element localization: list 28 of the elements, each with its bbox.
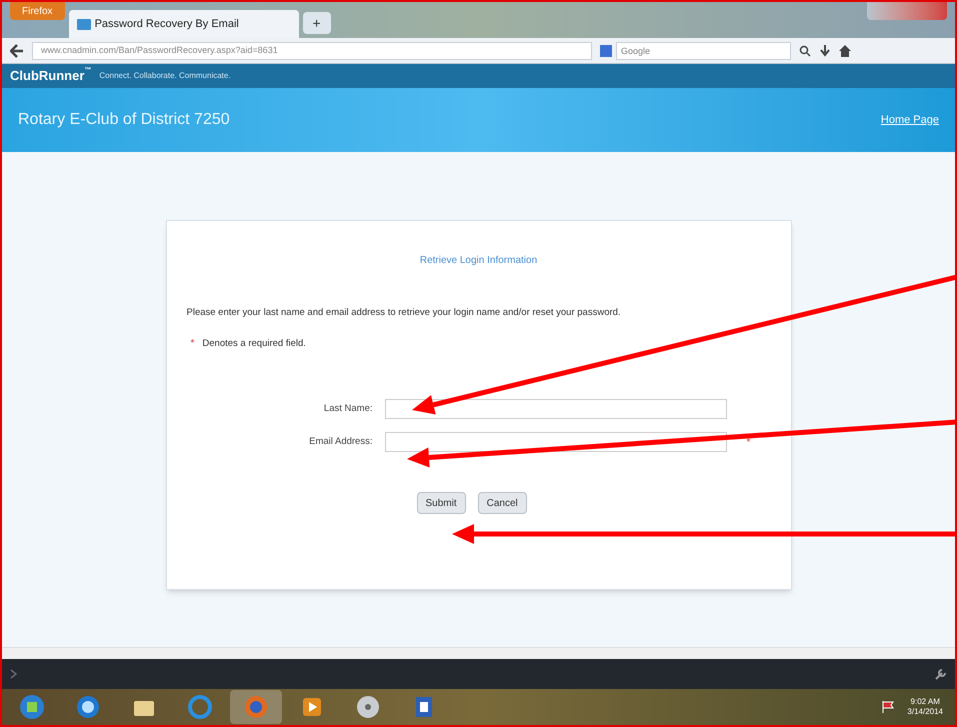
address-field[interactable]: www.cnadmin.com/Ban/PasswordRecovery.aspx?aid=8631 [32,42,592,60]
clock-time[interactable]: 9:02 AM [910,697,940,707]
input-field[interactable] [384,399,726,420]
form-title: Retrieve Login Information [420,254,538,268]
required-asterisk: * [190,337,194,352]
download-icon[interactable] [819,44,831,56]
field-label: Email Address: [308,435,374,450]
back-icon[interactable] [10,44,24,58]
flag-icon[interactable] [881,700,896,714]
window-controls-icon[interactable] [867,2,947,20]
page-icon [76,18,91,30]
required-note: Denotes a required field. [202,336,306,351]
search-icon[interactable] [799,44,811,56]
wrench-icon[interactable] [935,668,947,680]
submit-button[interactable]: Submit [416,492,466,514]
horizontal-scrollbar[interactable] [2,647,955,659]
home-icon[interactable] [839,44,851,56]
clock-date[interactable]: 3/14/2014 [907,707,943,717]
search-field[interactable]: Google [616,42,791,60]
tagline: Connect. Collaborate. Communicate. [99,70,231,82]
search-engine-icon[interactable] [600,44,612,56]
cancel-button[interactable]: Cancel [478,492,527,514]
chevron-icon[interactable] [10,669,18,679]
club-name: Rotary E-Club of District 7250 [18,110,230,130]
browser-tab[interactable]: Password Recovery By Email [68,10,299,38]
field-label: Last Name: [322,402,374,416]
new-tab-button[interactable]: + [302,12,331,34]
instructions-text: Please enter your last name and email address to retrieve your login name and/or reset your password. [186,306,622,320]
